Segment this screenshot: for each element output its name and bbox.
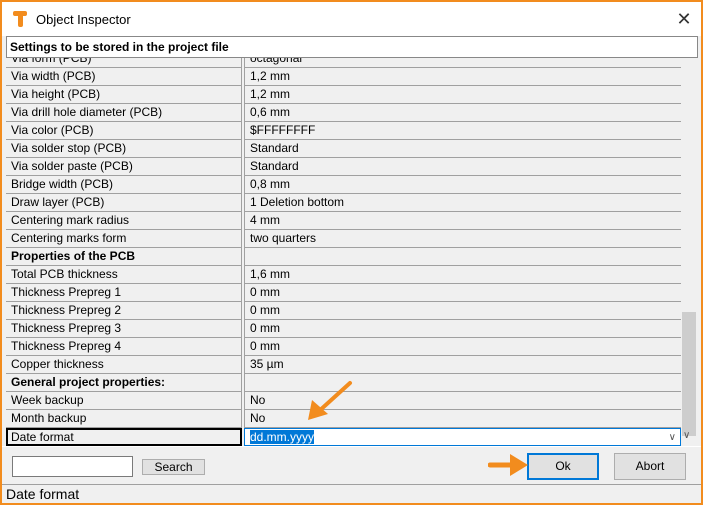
property-row[interactable]: Thickness Prepreg 30 mm	[6, 320, 681, 338]
property-row[interactable]: Via height (PCB) 1,2 mm	[6, 86, 681, 104]
property-row[interactable]: Centering marks form two quarters	[6, 230, 681, 248]
property-name: Draw layer (PCB)	[6, 194, 242, 212]
property-value[interactable]: 4 mm	[244, 212, 681, 230]
property-name: Copper thickness	[6, 356, 242, 374]
annotation-arrow-icon	[308, 381, 352, 420]
property-value[interactable]: 0 mm	[244, 338, 681, 356]
close-button[interactable]: ✕	[673, 8, 695, 30]
property-row[interactable]: Thickness Prepreg 20 mm	[6, 302, 681, 320]
property-name: Via solder stop (PCB)	[6, 140, 242, 158]
property-row[interactable]: Properties of the PCB	[6, 248, 681, 266]
property-row[interactable]: Draw layer (PCB) 1 Deletion bottom	[6, 194, 681, 212]
chevron-down-icon[interactable]: ∨	[669, 429, 676, 446]
property-value[interactable]: $FFFFFFFF	[244, 122, 681, 140]
property-value[interactable]	[244, 248, 681, 266]
property-name: Via height (PCB)	[6, 86, 242, 104]
property-name: Week backup	[6, 392, 242, 410]
property-value[interactable]: 1 Deletion bottom	[244, 194, 681, 212]
property-name: Total PCB thickness	[6, 266, 242, 284]
property-name: Centering marks form	[6, 230, 242, 248]
property-value[interactable]: 35 µm	[244, 356, 681, 374]
ok-button[interactable]: Ok	[527, 453, 599, 480]
date-format-dropdown[interactable]: dd.mm.yyyy ∨	[244, 428, 681, 446]
property-value[interactable]: 1,6 mm	[244, 266, 681, 284]
property-name: Via drill hole diameter (PCB)	[6, 104, 242, 122]
title-bar: Object Inspector ✕	[2, 2, 701, 36]
property-name: General project properties:	[6, 374, 242, 392]
property-name: Month backup	[6, 410, 242, 428]
property-value[interactable]: 0,6 mm	[244, 104, 681, 122]
property-name: Bridge width (PCB)	[6, 176, 242, 194]
property-name: Thickness Prepreg 4	[6, 338, 242, 356]
property-value[interactable]: 0 mm	[244, 320, 681, 338]
property-row[interactable]: Bridge width (PCB) 0,8 mm	[6, 176, 681, 194]
property-value[interactable]: 0,8 mm	[244, 176, 681, 194]
property-name: Via solder paste (PCB)	[6, 158, 242, 176]
property-row[interactable]: Total PCB thickness 1,6 mm	[6, 266, 681, 284]
property-row[interactable]: Via color (PCB) $FFFFFFFF	[6, 122, 681, 140]
property-row[interactable]: Date format dd.mm.yyyy ∨	[6, 428, 681, 446]
property-row[interactable]: Via solder stop (PCB) Standard	[6, 140, 681, 158]
section-header: Settings to be stored in the project fil…	[6, 36, 698, 58]
property-value[interactable]: 0 mm	[244, 302, 681, 320]
property-row[interactable]: Via drill hole diameter (PCB) 0,6 mm	[6, 104, 681, 122]
property-name: Via color (PCB)	[6, 122, 242, 140]
button-panel: Search Ok Abort	[2, 446, 701, 484]
search-button[interactable]: Search	[142, 459, 205, 475]
property-row[interactable]: Copper thickness 35 µm	[6, 356, 681, 374]
property-value[interactable]: 1,2 mm	[244, 86, 681, 104]
property-row[interactable]: Via width (PCB) 1,2 mm	[6, 68, 681, 86]
property-value[interactable]: 0 mm	[244, 284, 681, 302]
property-value[interactable]: Standard	[244, 158, 681, 176]
property-name: Centering mark radius	[6, 212, 242, 230]
annotation-arrow-icon	[488, 454, 528, 476]
app-logo-icon	[13, 11, 27, 27]
search-input[interactable]	[12, 456, 133, 477]
property-row[interactable]: Thickness Prepreg 10 mm	[6, 284, 681, 302]
property-row[interactable]: Via solder paste (PCB) Standard	[6, 158, 681, 176]
property-name: Thickness Prepreg 1	[6, 284, 242, 302]
property-value[interactable]: Standard	[244, 140, 681, 158]
scrollbar-thumb[interactable]	[682, 312, 696, 436]
property-name: Thickness Prepreg 3	[6, 320, 242, 338]
scrollbar[interactable]	[681, 58, 697, 446]
window-title: Object Inspector	[36, 11, 131, 27]
property-value[interactable]: two quarters	[244, 230, 681, 248]
scroll-down-icon[interactable]: ∨	[683, 430, 690, 441]
property-name: Date format	[6, 428, 242, 446]
property-row[interactable]: Centering mark radius 4 mm	[6, 212, 681, 230]
object-inspector-window: Object Inspector ✕ Settings to be stored…	[2, 2, 701, 503]
property-value[interactable]: 1,2 mm	[244, 68, 681, 86]
property-name: Properties of the PCB	[6, 248, 242, 266]
property-name: Thickness Prepreg 2	[6, 302, 242, 320]
abort-button[interactable]: Abort	[614, 453, 686, 480]
property-row[interactable]: Thickness Prepreg 40 mm	[6, 338, 681, 356]
property-value[interactable]: dd.mm.yyyy	[250, 430, 315, 444]
status-bar: Date format	[2, 484, 701, 503]
property-name: Via width (PCB)	[6, 68, 242, 86]
